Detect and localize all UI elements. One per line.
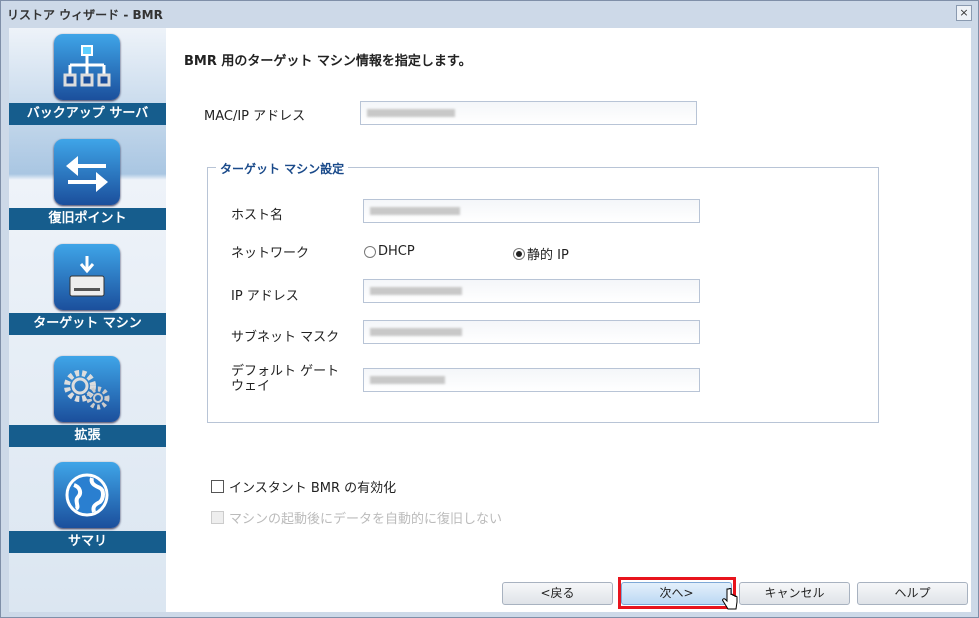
checkbox-icon [211, 511, 224, 524]
dhcp-radio[interactable]: DHCP [364, 244, 415, 259]
ip-address-input[interactable] [363, 279, 700, 303]
wizard-steps-sidebar: バックアップ サーバ 復旧ポイント ターゲット マシン 拡張 サマリ [9, 28, 166, 612]
close-icon[interactable]: × [956, 5, 972, 21]
default-gateway-label: デフォルト ゲート ウェイ [231, 364, 340, 394]
page-heading: BMR 用のターゲット マシン情報を指定します。 [184, 54, 472, 69]
network-tree-icon [54, 34, 120, 100]
no-auto-recover-label: マシンの起動後にデータを自動的に復旧しない [229, 512, 503, 527]
help-button[interactable]: ヘルプ [857, 582, 968, 605]
radio-selected-icon [513, 247, 525, 260]
wizard-content: BMR 用のターゲット マシン情報を指定します。 MAC/IP アドレス ターゲ… [166, 28, 971, 612]
radio-unselected-icon [364, 245, 376, 258]
default-gateway-input[interactable] [363, 368, 700, 392]
host-name-label: ホスト名 [231, 208, 284, 223]
gears-icon [54, 356, 120, 422]
next-button-highlight [618, 577, 736, 609]
dhcp-label: DHCP [378, 244, 415, 259]
instant-bmr-checkbox[interactable]: インスタント BMR の有効化 [211, 477, 396, 496]
fieldset-legend: ターゲット マシン設定 [216, 160, 349, 177]
step-label: ターゲット マシン [9, 313, 166, 335]
static-ip-radio[interactable]: 静的 IP [513, 244, 569, 263]
globe-icon [54, 462, 120, 528]
step-label: バックアップ サーバ [9, 103, 166, 125]
arrows-icon [54, 139, 120, 205]
mac-ip-label: MAC/IP アドレス [204, 109, 306, 124]
ip-address-label: IP アドレス [231, 289, 299, 304]
instant-bmr-label: インスタント BMR の有効化 [229, 481, 397, 496]
subnet-mask-input[interactable] [363, 320, 700, 344]
cancel-button[interactable]: キャンセル [739, 582, 850, 605]
window-title: リストア ウィザード - BMR [7, 8, 163, 22]
step-target-machine[interactable]: ターゲット マシン [9, 238, 166, 343]
step-label: 拡張 [9, 425, 166, 447]
step-label: サマリ [9, 531, 166, 553]
back-button[interactable]: <戻る [502, 582, 613, 605]
step-label: 復旧ポイント [9, 208, 166, 230]
network-label: ネットワーク [231, 246, 310, 261]
step-recovery-point[interactable]: 復旧ポイント [9, 133, 166, 238]
step-advanced[interactable]: 拡張 [9, 350, 166, 455]
disk-download-icon [54, 244, 120, 310]
step-backup-server[interactable]: バックアップ サーバ [9, 28, 166, 133]
static-ip-label: 静的 IP [527, 248, 569, 263]
step-summary[interactable]: サマリ [9, 456, 166, 561]
mac-ip-input[interactable] [360, 101, 697, 125]
subnet-mask-label: サブネット マスク [231, 330, 340, 345]
checkbox-icon [211, 480, 224, 493]
host-name-input[interactable] [363, 199, 700, 223]
target-machine-settings: ターゲット マシン設定 ホスト名 ネットワーク DHCP 静的 IP IP アド… [207, 160, 879, 423]
hand-cursor-icon [722, 588, 738, 610]
title-bar: リストア ウィザード - BMR × [1, 1, 978, 25]
no-auto-recover-checkbox: マシンの起動後にデータを自動的に復旧しない [211, 508, 502, 527]
restore-wizard-window: リストア ウィザード - BMR × バックアップ サーバ 復旧ポイント ターゲ… [0, 0, 979, 618]
